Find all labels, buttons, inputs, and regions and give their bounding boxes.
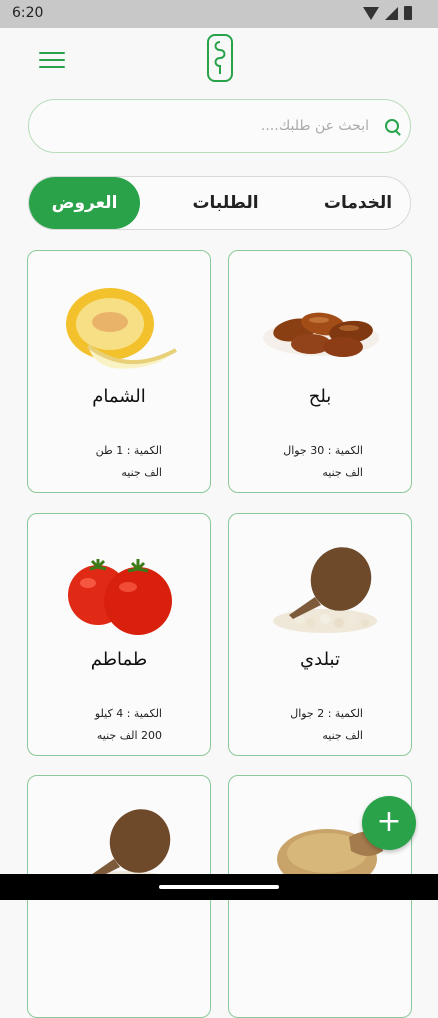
tab-offers[interactable]: العروض [29, 177, 140, 229]
product-meta: الكمية : 4 كيلو 200 الف جنيه [95, 703, 162, 747]
menu-icon[interactable] [39, 52, 65, 70]
status-time: 6:20 [12, 5, 44, 21]
logo-mark [214, 41, 226, 74]
product-name: الشمام [92, 386, 146, 407]
home-indicator[interactable] [159, 885, 279, 889]
melon-image [66, 288, 177, 369]
add-button[interactable]: + [362, 796, 416, 850]
product-card[interactable]: الشمام الكمية : 1 طن الف جنيه [27, 250, 211, 493]
product-price: 200 الف جنيه [96, 729, 162, 742]
product-card[interactable]: تبلدي الكمية : 2 جوال الف جنيه [228, 513, 412, 756]
product-meta: الكمية : 1 طن الف جنيه [96, 440, 162, 484]
product-quantity: الكمية : 2 جوال [290, 707, 363, 720]
tabs: الخدمات الطلبات العروض [28, 176, 411, 230]
search-icon[interactable] [385, 119, 399, 133]
product-card[interactable]: طماطم الكمية : 4 كيلو 200 الف جنيه [27, 513, 211, 756]
baobab-image [273, 547, 377, 633]
system-nav-bar [0, 874, 438, 900]
product-quantity: الكمية : 4 كيلو [94, 707, 162, 720]
tab-services[interactable]: الخدمات [304, 177, 412, 229]
status-bar: 6:20 [0, 0, 438, 28]
tab-orders[interactable]: الطلبات [169, 177, 282, 229]
product-name: بلح [308, 386, 332, 407]
product-card[interactable]: بلح الكمية : 30 جوال الف جنيه [228, 250, 412, 493]
product-meta: الكمية : 30 جوال الف جنيه [283, 440, 363, 484]
app-logo [207, 34, 233, 82]
product-quantity: الكمية : 1 طن [95, 444, 162, 457]
product-price: الف جنيه [121, 466, 162, 479]
app-bar [0, 28, 438, 92]
search-input[interactable] [49, 100, 369, 152]
signal-icon [385, 6, 398, 20]
wifi-icon [363, 6, 379, 20]
product-price: الف جنيه [322, 729, 363, 742]
product-price: الف جنيه [322, 466, 363, 479]
product-name: تبلدي [300, 649, 340, 670]
dates-image [263, 312, 379, 357]
status-icons [363, 6, 412, 20]
search-bar[interactable] [28, 99, 411, 153]
product-name: طماطم [90, 649, 148, 670]
product-meta: الكمية : 2 جوال الف جنيه [290, 703, 363, 747]
battery-icon [404, 6, 412, 20]
product-quantity: الكمية : 30 جوال [283, 444, 363, 457]
tomato-image [68, 559, 172, 635]
